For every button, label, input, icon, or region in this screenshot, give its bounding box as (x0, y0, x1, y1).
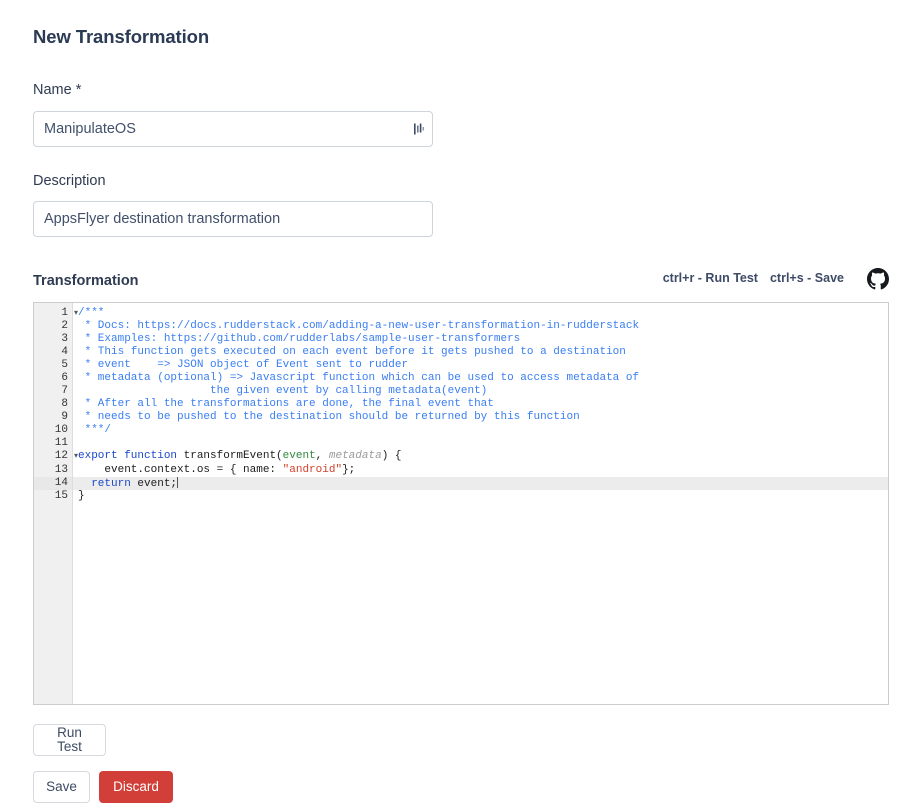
line-number: 9 (61, 411, 68, 424)
shortcut-run-test: ctrl+r - Run Test (662, 271, 758, 286)
gutter-line-number: 12 ▾ (34, 450, 78, 463)
code-return-value: event; (130, 477, 178, 490)
name-input[interactable] (33, 110, 433, 147)
transformation-label: Transformation (33, 272, 139, 289)
page-title: New Transformation (33, 26, 210, 47)
gutter-line-number: 5 (34, 359, 72, 372)
code-comment: the given event by calling metadata(even… (78, 385, 488, 398)
gutter-line-number: 9 (34, 411, 72, 424)
code-keyword-return: return (91, 477, 131, 490)
code-keyword-export-function: export function (78, 450, 184, 463)
code-line-assignment: event.context.os = { name: "android"}; (73, 464, 888, 477)
name-input-wrap (33, 110, 433, 147)
code-line: * Docs: https://docs.rudderstack.com/add… (73, 320, 888, 333)
description-field-label: Description (33, 172, 106, 189)
code-editor[interactable]: 1 ▾ 2 3 4 5 6 7 8 9 10 11 12 ▾ 13 14 15 /*… (33, 301, 889, 705)
line-number: 7 (61, 385, 68, 398)
text-cursor (177, 476, 179, 488)
code-punct: , (315, 450, 329, 463)
code-line-return-active: return event; (73, 476, 888, 490)
description-field-group: Description (33, 173, 874, 237)
save-button[interactable]: Save (33, 770, 90, 803)
code-line: * After all the transformations are done… (73, 398, 888, 411)
line-number: 2 (61, 320, 68, 333)
discard-button[interactable]: Discard (99, 770, 173, 803)
line-number: 15 (54, 489, 68, 502)
code-line-close-brace: } (73, 490, 888, 503)
name-field-label: Name * (33, 82, 82, 99)
form-actions-row: Save Discard (33, 770, 874, 803)
code-comment: * metadata (optional) => Javascript func… (78, 372, 640, 385)
gutter-line-number: 3 (34, 333, 72, 346)
code-line: ***/ (73, 424, 888, 437)
line-number: 4 (61, 346, 68, 359)
transformation-header: Transformation ctrl+r - Run Test ctrl+s … (33, 267, 889, 290)
gutter-line-number: 4 (34, 346, 72, 359)
code-line-function-signature: export function transformEvent(event, me… (73, 450, 888, 463)
code-punct: } (78, 489, 85, 502)
code-comment: /*** (78, 306, 105, 319)
line-number: 8 (61, 398, 68, 411)
code-param-metadata: metadata (328, 450, 382, 463)
code-string-android: "android" (282, 463, 343, 476)
gutter-line-number: 1 ▾ (34, 306, 78, 320)
name-field-group: Name * (33, 82, 874, 147)
code-function-name: transformEvent( (183, 450, 283, 463)
gutter-line-number: 11 (34, 437, 72, 450)
code-line: * event => JSON object of Event sent to … (73, 359, 888, 372)
new-transformation-page: New Transformation Name * Description Tr… (0, 0, 907, 803)
line-number: 11 (54, 437, 68, 450)
line-number: 5 (61, 359, 68, 372)
gutter-line-number-active: 14 (34, 476, 72, 490)
shortcut-save: ctrl+s - Save (769, 271, 844, 286)
gutter-line-number: 8 (34, 398, 72, 411)
code-line: * This function gets executed on each ev… (73, 346, 888, 359)
line-number: 10 (54, 424, 68, 437)
line-number: 13 (54, 463, 68, 476)
gutter-line-number: 2 (34, 320, 72, 333)
gutter-line-number: 10 (34, 424, 72, 437)
code-punct: }; (342, 463, 356, 476)
editor-shortcuts: ctrl+r - Run Test ctrl+s - Save (662, 267, 889, 290)
code-punct: ) { (381, 450, 402, 463)
description-input[interactable] (33, 200, 433, 237)
gutter-line-number: 15 (34, 490, 72, 503)
editor-gutter: 1 ▾ 2 3 4 5 6 7 8 9 10 11 12 ▾ 13 14 15 (34, 302, 78, 704)
line-number: 14 (54, 476, 68, 489)
line-number: 3 (61, 333, 68, 346)
editor-code-area[interactable]: /*** * Docs: https://docs.rudderstack.co… (73, 303, 888, 704)
line-number: 1 (61, 306, 68, 319)
github-icon[interactable] (867, 267, 889, 295)
line-number: 6 (61, 372, 68, 385)
code-line: /*** (73, 307, 888, 320)
code-line: * needs to be pushed to the destination … (73, 411, 888, 424)
run-test-row: Run Test (33, 723, 874, 756)
code-line: * metadata (optional) => Javascript func… (73, 372, 888, 385)
code-comment: * This function gets executed on each ev… (78, 346, 626, 359)
line-number: 12 (54, 450, 68, 463)
gutter-line-number: 13 (34, 464, 72, 477)
run-test-button[interactable]: Run Test (33, 723, 106, 756)
gutter-line-number: 6 (34, 372, 72, 385)
code-comment: * needs to be pushed to the destination … (78, 411, 580, 424)
code-comment: * After all the transformations are done… (78, 398, 494, 411)
code-line: the given event by calling metadata(even… (73, 385, 888, 398)
code-assignment-target: event.context.os = { name: (78, 463, 283, 476)
code-param-event: event (282, 450, 316, 463)
code-comment: * Docs: https://docs.rudderstack.com/add… (78, 320, 640, 333)
code-line: * Examples: https://github.com/rudderlab… (73, 333, 888, 346)
code-comment: ***/ (78, 424, 112, 437)
code-comment: * event => JSON object of Event sent to … (78, 359, 409, 372)
gutter-line-number: 7 (34, 385, 72, 398)
code-comment: * Examples: https://github.com/rudderlab… (78, 333, 521, 346)
